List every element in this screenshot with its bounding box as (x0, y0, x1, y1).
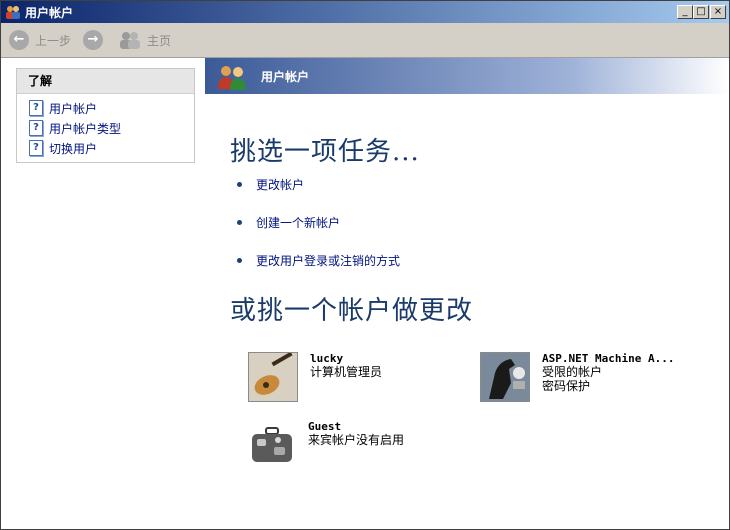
forward-arrow-icon: → (83, 30, 103, 50)
close-button[interactable]: × (710, 5, 726, 19)
home-button-label: 主页 (147, 33, 172, 48)
account-type: 计算机管理员 (310, 365, 383, 379)
account-password-status: 密码保护 (542, 379, 591, 393)
user-accounts-window: 用户帐户 _ □ × ← 上一步 → 主页 了解 ? 用户帐户 ? 用户帐户类型… (0, 0, 730, 530)
suitcase-icon (248, 420, 296, 468)
title-bar[interactable]: 用户帐户 _ □ × (1, 1, 729, 23)
user-accounts-app-icon (6, 6, 20, 19)
users-group-icon (218, 66, 246, 90)
account-name: ASP.NET Machine A... (542, 352, 675, 365)
account-tile-guest[interactable]: Guest 来宾帐户没有启用 (248, 420, 404, 468)
learn-about-panel: 了解 ? 用户帐户 ? 用户帐户类型 ? 切换用户 (16, 68, 195, 163)
task-create-account[interactable]: 创建一个新帐户 (237, 214, 340, 231)
account-name: lucky (310, 352, 344, 365)
account-name: Guest (308, 420, 342, 433)
sidebar-item-label[interactable]: 用户帐户类型 (49, 120, 121, 137)
content-area: 了解 ? 用户帐户 ? 用户帐户类型 ? 切换用户 用户帐户 挑选一项任务... (1, 58, 729, 529)
sidebar-item-label[interactable]: 切换用户 (49, 140, 97, 157)
back-arrow-icon: ← (9, 30, 29, 50)
home-users-icon (120, 32, 140, 49)
forward-button[interactable]: → (83, 28, 103, 52)
learn-about-header: 了解 (17, 69, 194, 94)
task-link[interactable]: 更改帐户 (256, 176, 304, 193)
minimize-button[interactable]: _ (677, 5, 693, 19)
account-tile-aspnet[interactable]: ASP.NET Machine A... 受限的帐户 密码保护 (480, 352, 674, 402)
account-status: 来宾帐户没有启用 (308, 433, 405, 447)
help-icon: ? (29, 100, 43, 116)
bullet-icon (237, 182, 242, 187)
bullet-icon (237, 258, 242, 263)
task-change-account[interactable]: 更改帐户 (237, 176, 304, 193)
task-change-logon-method[interactable]: 更改用户登录或注销的方式 (237, 252, 400, 269)
task-heading: 挑选一项任务... (230, 137, 420, 167)
banner-title: 用户帐户 (261, 70, 310, 84)
account-heading: 或挑一个帐户做更改 (230, 296, 474, 326)
help-icon: ? (29, 120, 43, 136)
section-banner: 用户帐户 (205, 58, 729, 94)
sidebar-item-label[interactable]: 用户帐户 (49, 100, 97, 117)
window-title: 用户帐户 (25, 6, 74, 20)
help-icon: ? (29, 140, 43, 156)
sidebar-item-switch-user[interactable]: ? 切换用户 (17, 138, 194, 158)
sidebar-item-user-accounts[interactable]: ? 用户帐户 (17, 98, 194, 118)
account-tile-lucky[interactable]: lucky 计算机管理员 (248, 352, 382, 402)
navigation-toolbar: ← 上一步 → 主页 (1, 23, 729, 58)
maximize-button[interactable]: □ (693, 5, 709, 19)
back-button[interactable]: ← 上一步 (9, 28, 71, 52)
task-link[interactable]: 创建一个新帐户 (256, 214, 340, 231)
bullet-icon (237, 220, 242, 225)
account-type: 受限的帐户 (542, 365, 603, 379)
guitar-icon (248, 352, 298, 402)
sidebar-item-account-types[interactable]: ? 用户帐户类型 (17, 118, 194, 138)
task-link[interactable]: 更改用户登录或注销的方式 (256, 252, 400, 269)
back-button-label: 上一步 (35, 33, 72, 48)
home-button[interactable]: 主页 (119, 28, 171, 52)
horse-icon (480, 352, 530, 402)
